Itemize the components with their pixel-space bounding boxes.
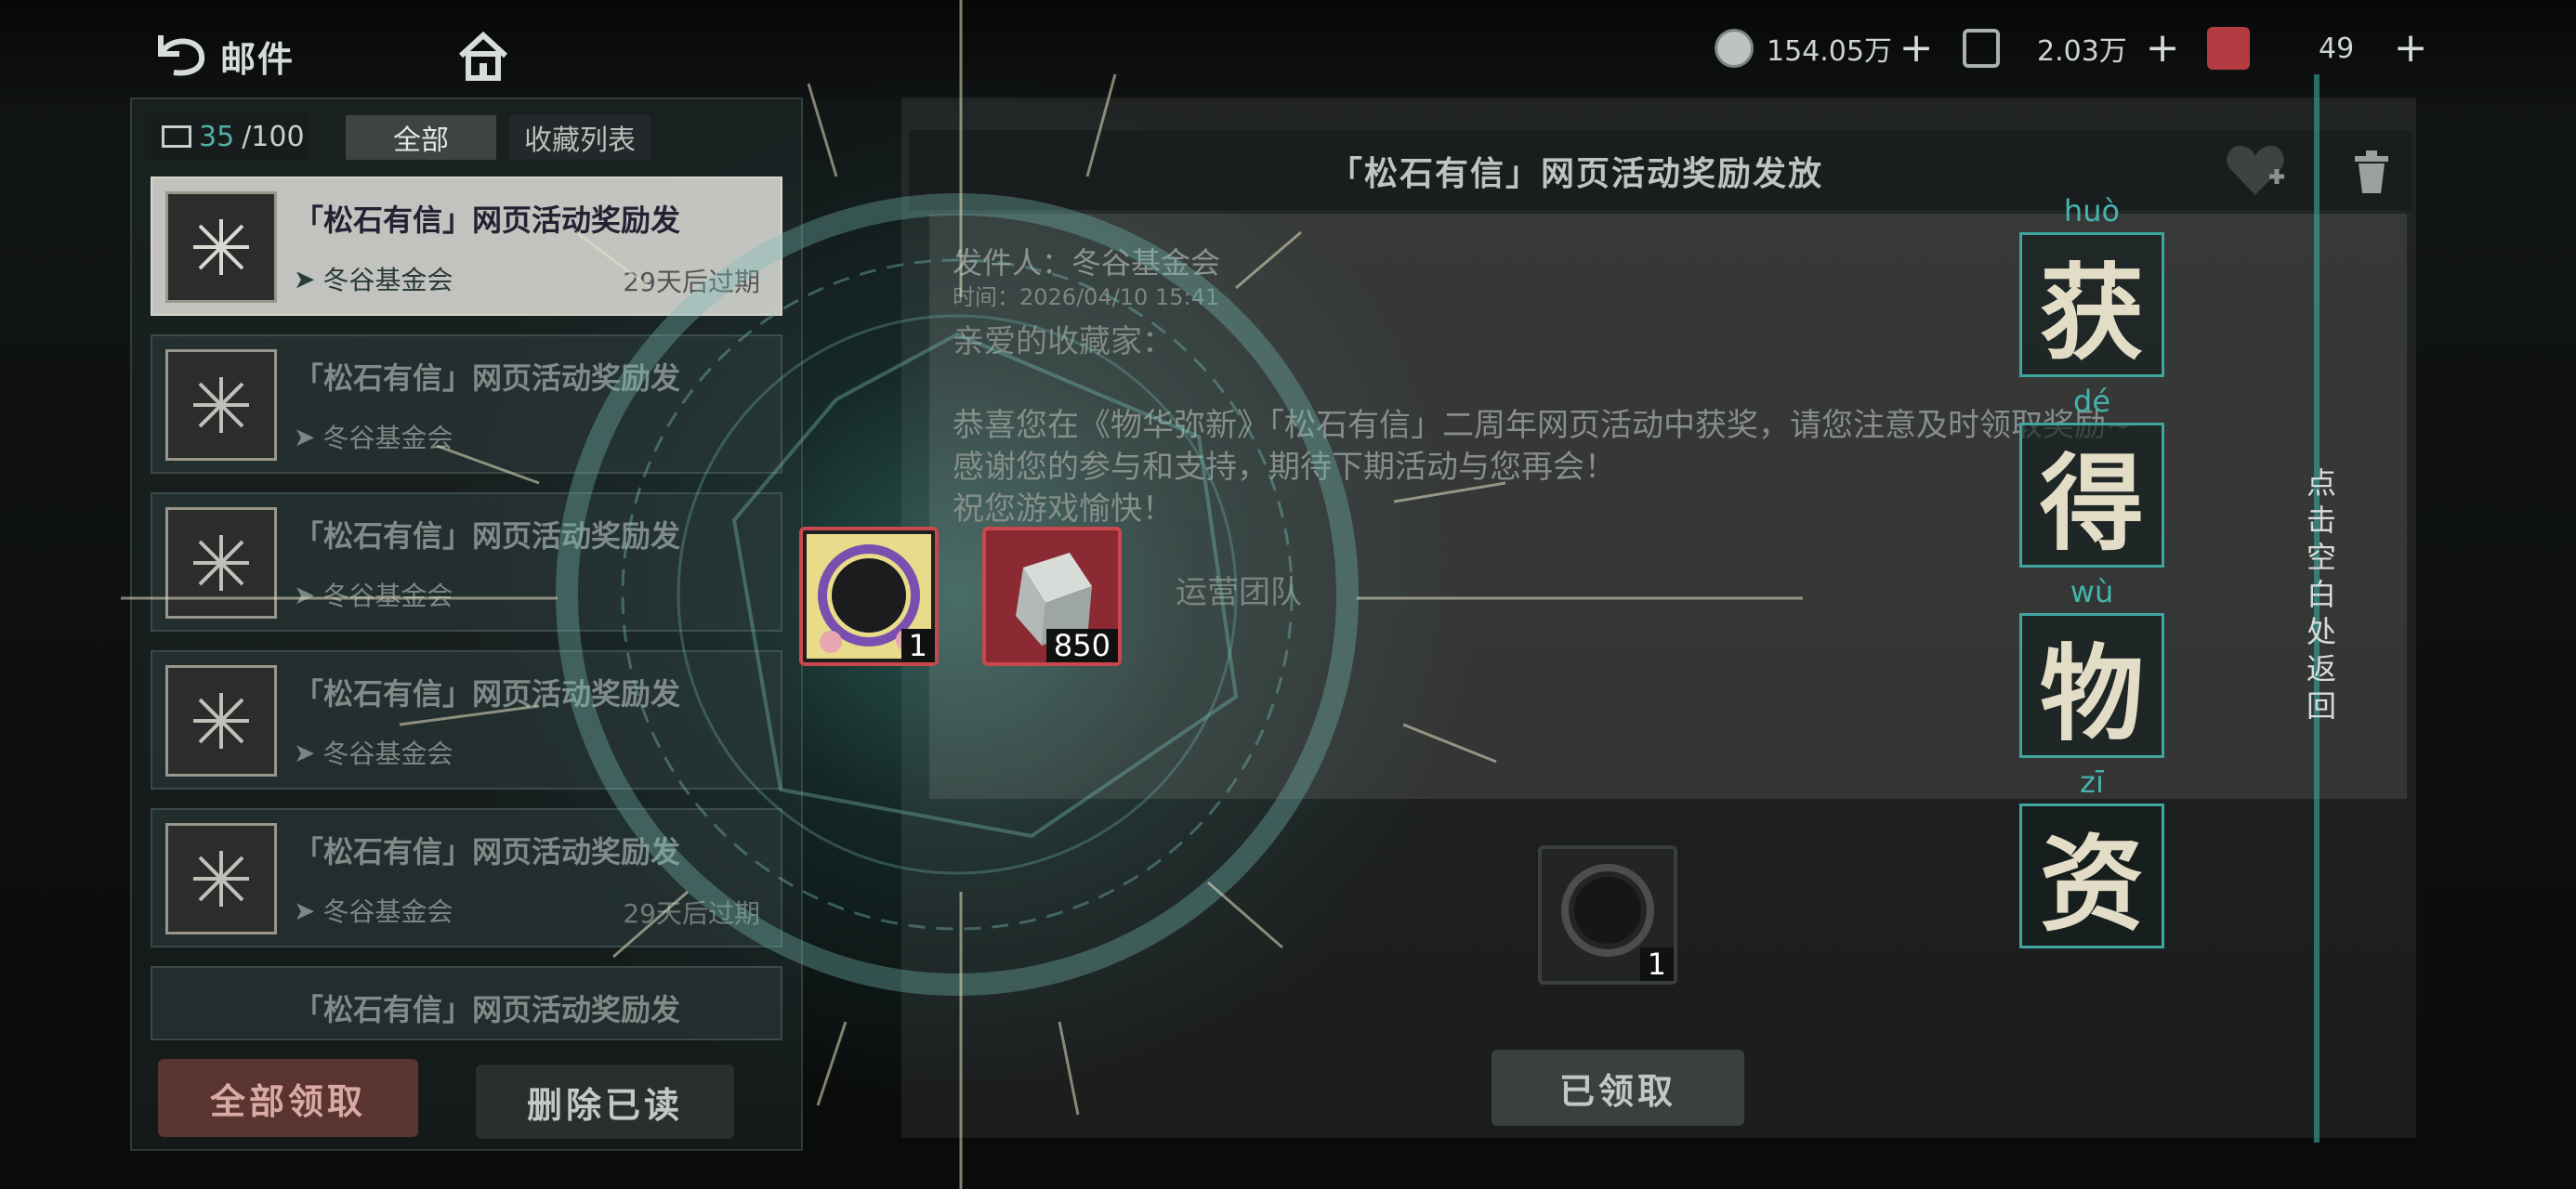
reward-qty: 1 — [900, 629, 935, 662]
pinyin-label: huò — [2063, 193, 2121, 229]
reward-item[interactable]: 850 — [982, 527, 1122, 666]
reward-qty: 850 — [1045, 629, 1118, 662]
reward-item[interactable]: 1 — [799, 527, 939, 666]
tap-to-return-hint[interactable]: 点击空白处返回 — [2303, 464, 2340, 725]
pinyin-label: dé — [2073, 384, 2110, 419]
pinyin-label: zī — [2080, 764, 2104, 800]
reward-heading-char: 得 — [2019, 423, 2164, 568]
reward-heading-char: 获 — [2019, 232, 2164, 377]
reward-heading-char: 资 — [2019, 804, 2164, 948]
pinyin-label: wù — [2070, 574, 2114, 609]
reward-heading-char: 物 — [2019, 613, 2164, 758]
reward-burst-effect — [121, 0, 1803, 1189]
